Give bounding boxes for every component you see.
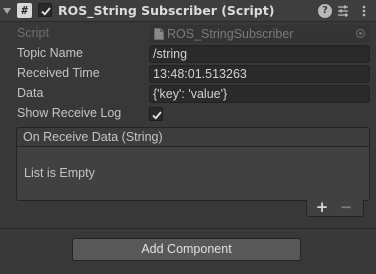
topic-name-label: Topic Name <box>17 46 83 60</box>
object-picker-icon <box>356 29 365 38</box>
data-input[interactable]: {'key': 'value'} <box>149 85 370 103</box>
component-header[interactable]: # ROS_String Subscriber (Script) ? <box>0 0 376 22</box>
foldout-arrow-icon[interactable] <box>3 8 11 14</box>
received-time-row: Received Time 13:48:01.513263 <box>0 64 376 84</box>
separator <box>0 228 376 229</box>
context-menu-icon[interactable] <box>357 4 371 18</box>
add-listener-button[interactable]: + <box>311 199 333 216</box>
show-receive-log-row: Show Receive Log <box>0 104 376 124</box>
component-enable-checkbox[interactable] <box>38 3 52 17</box>
add-component-button[interactable]: Add Component <box>72 238 301 261</box>
script-row: Script ROS_StringSubscriber <box>0 24 376 44</box>
component-title: ROS_String Subscriber (Script) <box>58 3 275 18</box>
list-add-remove-footer: + − <box>306 199 364 217</box>
help-icon[interactable]: ? <box>318 4 332 18</box>
checkmark-icon <box>152 111 162 120</box>
script-value: ROS_StringSubscriber <box>167 27 294 41</box>
data-row: Data {'key': 'value'} <box>0 84 376 104</box>
event-list-title: On Receive Data (String) <box>23 130 163 144</box>
show-receive-log-checkbox[interactable] <box>149 107 163 121</box>
script-label: Script <box>17 26 49 40</box>
on-receive-data-event-list: On Receive Data (String) List is Empty <box>16 127 370 201</box>
event-list-header: On Receive Data (String) <box>17 128 369 147</box>
script-field: ROS_StringSubscriber <box>149 25 370 43</box>
preset-sliders-icon[interactable] <box>336 4 350 18</box>
checkmark-icon <box>41 7 51 16</box>
received-time-label: Received Time <box>17 66 100 80</box>
script-file-icon <box>154 28 164 40</box>
data-label: Data <box>17 86 44 100</box>
list-empty-text: List is Empty <box>24 166 95 180</box>
show-receive-log-label: Show Receive Log <box>17 106 122 120</box>
received-time-input[interactable]: 13:48:01.513263 <box>149 65 370 83</box>
topic-name-row: Topic Name /string <box>0 44 376 64</box>
topic-name-input[interactable]: /string <box>149 45 370 63</box>
csharp-script-icon: # <box>17 3 32 18</box>
remove-listener-button[interactable]: − <box>335 199 357 216</box>
